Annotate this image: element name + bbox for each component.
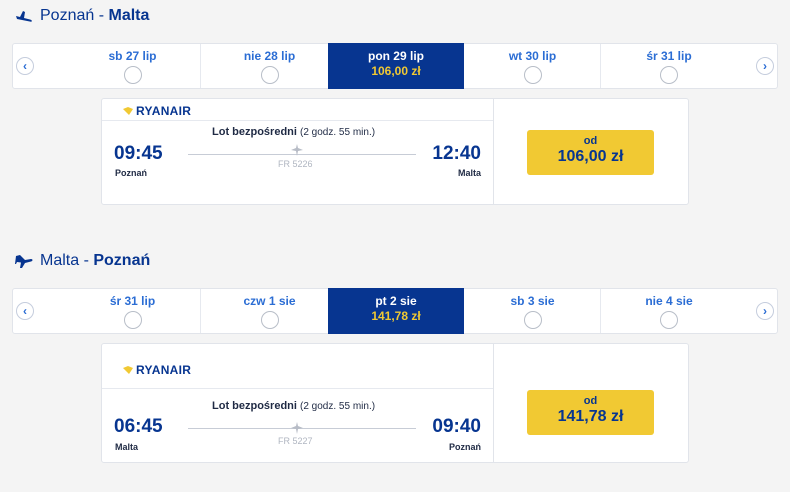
- return-day-4[interactable]: nie 4 sie: [601, 289, 737, 333]
- price-amount: 106,00 zł: [557, 148, 624, 165]
- price-from-label: od: [583, 395, 598, 407]
- return-origin: Malta: [40, 252, 80, 269]
- day-label: nie 4 sie: [645, 294, 693, 308]
- day-label: pon 29 lip: [367, 49, 424, 63]
- flight-number: FR 5226: [278, 159, 313, 169]
- return-day-2-selected[interactable]: pt 2 sie 141,78 zł: [328, 288, 464, 334]
- day-label: wt 30 lip: [508, 49, 557, 63]
- outbound-route-title: Poznań - Malta: [14, 7, 149, 25]
- outbound-day-4[interactable]: śr 31 lip: [601, 44, 737, 88]
- carrier-logo: RYANAIR: [123, 363, 191, 377]
- outbound-origin: Poznań: [40, 7, 95, 24]
- no-flight-icon: [523, 311, 542, 329]
- outbound-separator: -: [94, 7, 109, 24]
- prev-dates-button[interactable]: ‹: [16, 57, 34, 75]
- day-price: 141,78 zł: [371, 309, 421, 323]
- next-dates-button[interactable]: ›: [756, 302, 774, 320]
- no-flight-icon: [660, 66, 678, 84]
- return-day-1[interactable]: czw 1 sie: [202, 289, 338, 333]
- departure-city: Poznań: [115, 168, 148, 178]
- outbound-destination: Malta: [108, 7, 150, 24]
- card-divider: [102, 388, 493, 389]
- next-dates-button[interactable]: ›: [756, 57, 774, 75]
- day-label: śr 31 lip: [109, 294, 156, 308]
- arrival-time: 12:40: [432, 143, 481, 164]
- arrival-time: 09:40: [432, 416, 481, 437]
- return-flight-card[interactable]: RYANAIR Lot bezpośredni (2 godz. 55 min.…: [101, 343, 689, 463]
- flight-number: FR 5227: [278, 436, 313, 446]
- ryanair-harp-icon: [123, 366, 133, 374]
- carrier-name: RYANAIR: [136, 104, 192, 118]
- flight-type-label: Lot bezpośredni: [212, 126, 297, 138]
- outbound-date-strip: ‹ sb 27 lip nie 28 lip pon 29 lip 106,00…: [12, 43, 778, 89]
- return-date-strip: ‹ śr 31 lip czw 1 sie pt 2 sie 141,78 zł…: [12, 288, 778, 334]
- departure-city: Malta: [115, 442, 139, 452]
- plane-takeoff-icon: [14, 7, 34, 25]
- prev-dates-button[interactable]: ‹: [16, 302, 34, 320]
- price-amount: 141,78 zł: [557, 408, 624, 425]
- plane-landing-icon: [14, 252, 34, 270]
- flight-details: RYANAIR Lot bezpośredni (2 godz. 55 min.…: [102, 99, 494, 204]
- plane-icon: [291, 144, 303, 156]
- flight-details: RYANAIR Lot bezpośredni (2 godz. 55 min.…: [102, 344, 494, 462]
- ryanair-harp-icon: [123, 107, 133, 115]
- departure-time: 06:45: [114, 416, 163, 437]
- no-flight-icon: [123, 66, 142, 84]
- flight-duration: (2 godz. 55 min.): [300, 401, 376, 412]
- select-price-button[interactable]: od 141,78 zł: [527, 390, 654, 435]
- day-label: czw 1 sie: [243, 294, 296, 308]
- select-price-button[interactable]: od 106,00 zł: [527, 130, 654, 175]
- day-label: sb 3 sie: [510, 294, 555, 308]
- return-separator: -: [79, 252, 94, 269]
- outbound-day-3[interactable]: wt 30 lip: [465, 44, 601, 88]
- return-destination: Poznań: [93, 252, 151, 269]
- no-flight-icon: [260, 311, 279, 329]
- card-divider: [102, 120, 493, 121]
- outbound-day-0[interactable]: sb 27 lip: [65, 44, 201, 88]
- return-route-title: Malta - Poznań: [14, 252, 150, 270]
- arrival-city: Poznań: [448, 442, 481, 452]
- outbound-flight-card[interactable]: RYANAIR Lot bezpośredni (2 godz. 55 min.…: [101, 98, 689, 205]
- carrier-logo: RYANAIR: [123, 104, 191, 118]
- flight-type-label: Lot bezpośredni: [212, 400, 297, 412]
- day-label: śr 31 lip: [646, 49, 692, 63]
- flight-duration: (2 godz. 55 min.): [300, 127, 376, 138]
- flight-type: Lot bezpośredni (2 godz. 55 min.): [212, 126, 375, 138]
- no-flight-icon: [523, 66, 542, 84]
- no-flight-icon: [660, 311, 678, 329]
- price-from-label: od: [583, 135, 598, 147]
- plane-icon: [291, 422, 303, 434]
- outbound-day-2-selected[interactable]: pon 29 lip 106,00 zł: [328, 43, 464, 89]
- flight-type: Lot bezpośredni (2 godz. 55 min.): [212, 400, 375, 412]
- no-flight-icon: [260, 66, 279, 84]
- outbound-day-1[interactable]: nie 28 lip: [202, 44, 338, 88]
- day-label: pt 2 sie: [375, 294, 417, 308]
- no-flight-icon: [123, 311, 142, 329]
- carrier-name: RYANAIR: [136, 363, 192, 377]
- return-day-0[interactable]: śr 31 lip: [65, 289, 201, 333]
- departure-time: 09:45: [114, 143, 163, 164]
- day-label: nie 28 lip: [243, 49, 296, 63]
- day-price: 106,00 zł: [371, 64, 421, 78]
- day-label: sb 27 lip: [108, 49, 157, 63]
- return-day-3[interactable]: sb 3 sie: [465, 289, 601, 333]
- arrival-city: Malta: [457, 168, 481, 178]
